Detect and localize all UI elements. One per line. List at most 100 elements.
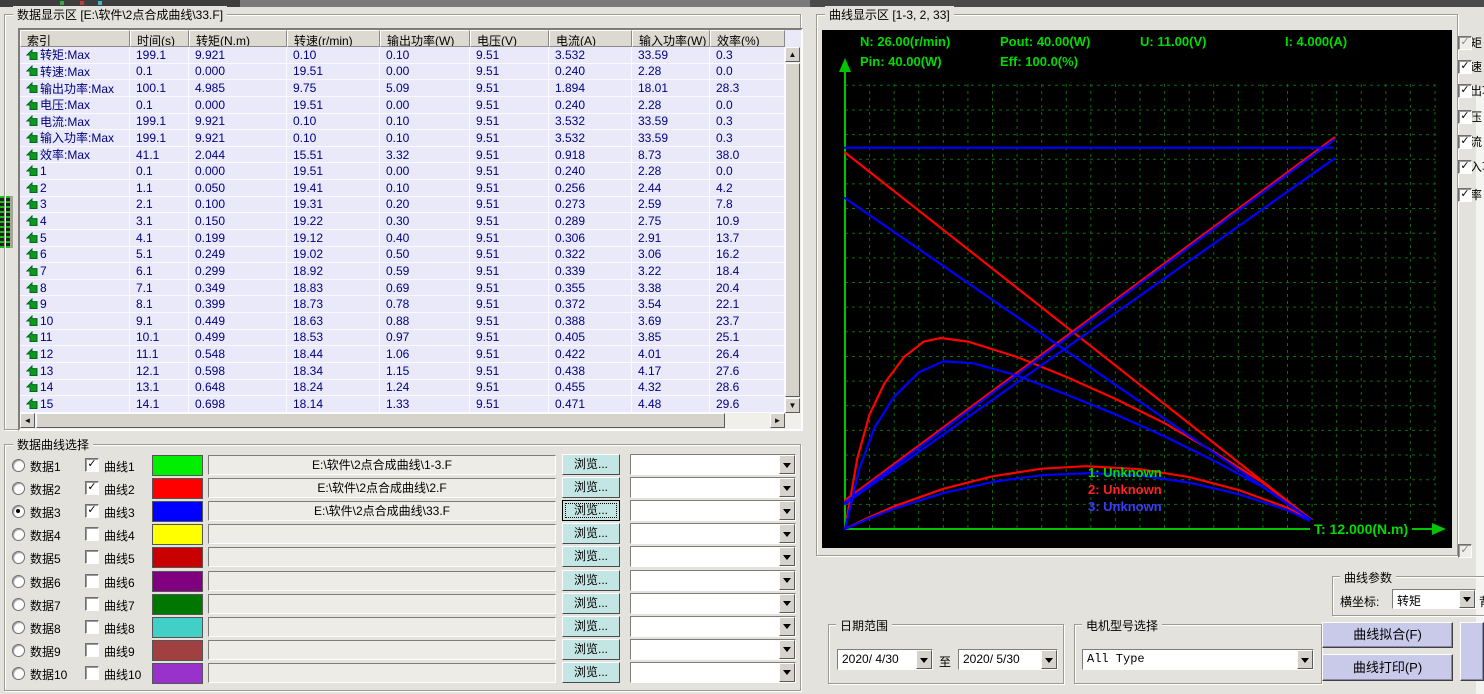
plot-quantity-checkbox-5[interactable]: ✓ xyxy=(1458,135,1472,149)
table-row[interactable]: 1312.10.59818.341.159.510.4384.1727.6 xyxy=(20,363,785,380)
column-header[interactable]: 输出功率(W) xyxy=(380,30,470,47)
data-radio-7[interactable] xyxy=(12,598,25,611)
table-row[interactable]: 1514.10.69818.141.339.510.4714.4829.6 xyxy=(20,396,785,413)
curve-file-path-4[interactable] xyxy=(208,524,556,544)
column-header[interactable]: 电压(V) xyxy=(470,30,549,47)
curve-color-swatch-2[interactable] xyxy=(152,478,203,499)
date-to-combo[interactable]: 2020/ 5/30 xyxy=(958,649,1058,670)
date-from-combo[interactable]: 2020/ 4/30 xyxy=(837,649,933,670)
column-header[interactable]: 转矩(N.m) xyxy=(189,30,287,47)
table-row[interactable]: 21.10.05019.410.109.510.2562.444.2 xyxy=(20,180,785,197)
curve-checkbox-7[interactable] xyxy=(85,597,99,611)
browse-button-3[interactable]: 浏览... xyxy=(562,500,620,521)
browse-button-10[interactable]: 浏览... xyxy=(562,662,620,683)
scroll-up-button[interactable]: ▲ xyxy=(785,47,800,62)
curve-color-swatch-6[interactable] xyxy=(152,571,203,592)
table-row[interactable]: 10.10.00019.510.009.510.2402.280.0 xyxy=(20,163,785,180)
column-header[interactable]: 索引 xyxy=(20,30,130,47)
curve-print-button[interactable]: 曲线打印(P) xyxy=(1322,654,1453,681)
curve-checkbox-1[interactable]: ✓ xyxy=(85,458,99,472)
table-row[interactable]: 32.10.10019.310.209.510.2732.597.8 xyxy=(20,197,785,214)
table-row[interactable]: 输出功率:Max100.14.9859.755.099.511.89418.01… xyxy=(20,80,785,97)
browse-button-1[interactable]: 浏览... xyxy=(562,454,620,475)
browse-button-6[interactable]: 浏览... xyxy=(562,570,620,591)
curve-color-swatch-7[interactable] xyxy=(152,594,203,615)
curve-color-swatch-3[interactable] xyxy=(152,501,203,522)
clipped-option-checkbox[interactable]: ✓ xyxy=(1458,544,1472,558)
plot-quantity-checkbox-1[interactable]: ✓ xyxy=(1458,36,1472,50)
curve-file-path-8[interactable] xyxy=(208,617,556,637)
date-from-dropdown-icon[interactable] xyxy=(916,650,932,669)
x-axis-select-dropdown-icon[interactable] xyxy=(1459,590,1475,608)
browse-button-7[interactable]: 浏览... xyxy=(562,593,620,614)
scroll-left-button[interactable]: ◄ xyxy=(20,413,35,428)
motor-model-dropdown-icon[interactable] xyxy=(1297,650,1313,669)
table-row[interactable]: 效率:Max41.12.04415.513.329.510.9188.7338.… xyxy=(20,147,785,164)
browse-button-9[interactable]: 浏览... xyxy=(562,639,620,660)
curve-combo-4[interactable] xyxy=(630,523,796,544)
plot-quantity-checkbox-7[interactable]: ✓ xyxy=(1458,188,1472,202)
motor-model-combo[interactable]: All Type xyxy=(1082,649,1314,670)
h-scrollbar[interactable]: ◄ ► xyxy=(20,413,785,429)
curve-file-path-3[interactable]: E:\软件\2点合成曲线\33.F xyxy=(208,501,556,521)
curve-color-swatch-9[interactable] xyxy=(152,640,203,661)
curve-combo-6[interactable] xyxy=(630,570,796,591)
data-radio-10[interactable] xyxy=(12,667,25,680)
curve-checkbox-8[interactable] xyxy=(85,620,99,634)
curve-checkbox-6[interactable] xyxy=(85,574,99,588)
x-axis-select-combo[interactable]: 转矩 xyxy=(1392,589,1476,609)
curve-checkbox-9[interactable] xyxy=(85,643,99,657)
curve-checkbox-5[interactable] xyxy=(85,550,99,564)
curve-combo-dropdown-icon-3[interactable] xyxy=(779,501,795,520)
data-radio-6[interactable] xyxy=(12,575,25,588)
curve-checkbox-10[interactable] xyxy=(85,666,99,680)
curve-combo-2[interactable] xyxy=(630,477,796,498)
curve-file-path-6[interactable] xyxy=(208,571,556,591)
v-scrollbar[interactable]: ▲ ▼ xyxy=(785,47,801,413)
scroll-right-button[interactable]: ► xyxy=(770,413,785,428)
table-row[interactable]: 1211.10.54818.441.069.510.4224.0126.4 xyxy=(20,346,785,363)
curve-combo-dropdown-icon-2[interactable] xyxy=(779,478,795,497)
curve-combo-1[interactable] xyxy=(630,454,796,475)
curve-color-swatch-4[interactable] xyxy=(152,524,203,545)
table-row[interactable]: 电流:Max199.19.9210.100.109.513.53233.590.… xyxy=(20,114,785,131)
column-header[interactable]: 电流(A) xyxy=(549,30,632,47)
curve-color-swatch-5[interactable] xyxy=(152,547,203,568)
curve-combo-9[interactable] xyxy=(630,639,796,660)
curve-color-swatch-8[interactable] xyxy=(152,617,203,638)
curve-combo-8[interactable] xyxy=(630,616,796,637)
plot-quantity-checkbox-4[interactable]: ✓ xyxy=(1458,110,1472,124)
browse-button-8[interactable]: 浏览... xyxy=(562,616,620,637)
table-row[interactable]: 76.10.29918.920.599.510.3393.2218.4 xyxy=(20,263,785,280)
table-row[interactable]: 电压:Max0.10.00019.510.009.510.2402.280.0 xyxy=(20,97,785,114)
table-row[interactable]: 输入功率:Max199.19.9210.100.109.513.53233.59… xyxy=(20,130,785,147)
curve-checkbox-4[interactable] xyxy=(85,527,99,541)
data-radio-2[interactable] xyxy=(12,482,25,495)
curve-combo-7[interactable] xyxy=(630,593,796,614)
column-header[interactable]: 效率(%) xyxy=(710,30,785,47)
table-row[interactable]: 65.10.24919.020.509.510.3223.0616.2 xyxy=(20,247,785,264)
curve-file-path-7[interactable] xyxy=(208,594,556,614)
table-row[interactable]: 98.10.39918.730.789.510.3723.5422.1 xyxy=(20,296,785,313)
curve-fit-button[interactable]: 曲线拟合(F) xyxy=(1322,622,1453,648)
table-row[interactable]: 转速:Max0.10.00019.510.009.510.2402.280.0 xyxy=(20,64,785,81)
curve-combo-dropdown-icon-4[interactable] xyxy=(779,524,795,543)
curve-file-path-2[interactable]: E:\软件\2点合成曲线\2.F xyxy=(208,478,556,498)
column-header[interactable]: 输入功率(W) xyxy=(632,30,710,47)
curve-checkbox-3[interactable]: ✓ xyxy=(85,504,99,518)
table-row[interactable]: 1413.10.64818.241.249.510.4554.3228.6 xyxy=(20,380,785,397)
data-radio-8[interactable] xyxy=(12,621,25,634)
plot-quantity-checkbox-3[interactable]: ✓ xyxy=(1458,84,1472,98)
date-to-dropdown-icon[interactable] xyxy=(1041,650,1057,669)
table-row[interactable]: 1110.10.49918.530.979.510.4053.8525.1 xyxy=(20,330,785,347)
column-header[interactable]: 转速(r/min) xyxy=(287,30,380,47)
curve-file-path-10[interactable] xyxy=(208,663,556,683)
curve-combo-dropdown-icon-1[interactable] xyxy=(779,455,795,474)
column-header[interactable]: 时间(s) xyxy=(130,30,189,47)
curve-combo-dropdown-icon-7[interactable] xyxy=(779,594,795,613)
curve-combo-dropdown-icon-10[interactable] xyxy=(779,663,795,682)
table-row[interactable]: 转矩:Max199.19.9210.100.109.513.53233.590.… xyxy=(20,47,785,64)
curve-combo-3[interactable] xyxy=(630,500,796,521)
curve-combo-10[interactable] xyxy=(630,662,796,683)
scroll-down-button[interactable]: ▼ xyxy=(785,398,800,413)
